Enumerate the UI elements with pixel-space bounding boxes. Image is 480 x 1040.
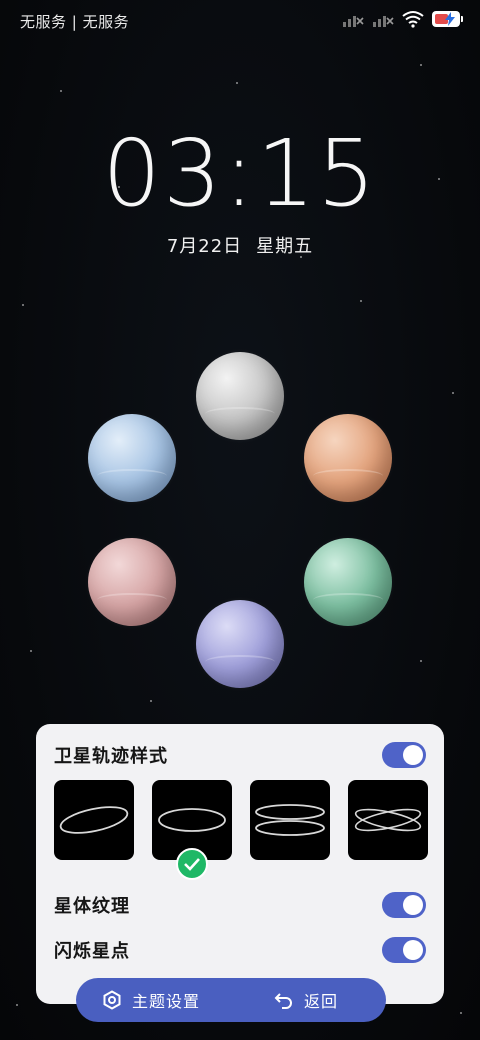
orbit-style-option-double[interactable] xyxy=(250,780,330,860)
battery-charging-icon xyxy=(432,11,463,27)
theme-settings-button[interactable]: 主题设置 xyxy=(102,978,200,1022)
clock-time: 03:15 xyxy=(102,120,378,227)
gray-planet[interactable] xyxy=(196,352,284,440)
date-text: 7月22日 xyxy=(166,236,243,257)
blue-planet[interactable] xyxy=(88,414,176,502)
signal-off-icon xyxy=(373,16,394,27)
star xyxy=(420,64,422,66)
twinkle-toggle[interactable] xyxy=(382,937,426,963)
status-icons xyxy=(342,10,463,28)
orbit-style-option-tilted[interactable] xyxy=(54,780,134,860)
star xyxy=(150,700,152,702)
double-ring-icon xyxy=(255,804,325,836)
back-button[interactable]: 返回 xyxy=(274,978,338,1022)
star xyxy=(30,650,32,652)
toggle-knob xyxy=(403,895,423,915)
date-line: 7月22日 星期五 xyxy=(0,232,480,258)
crossed-rings-icon xyxy=(354,808,422,832)
wifi-icon xyxy=(402,11,424,28)
star xyxy=(16,1004,18,1006)
carrier-text: 无服务 | 无服务 xyxy=(20,13,130,31)
orbit-style-option-crossed[interactable] xyxy=(348,780,428,860)
toggle-knob xyxy=(403,940,423,960)
back-label: 返回 xyxy=(304,992,339,1011)
back-arrow-icon xyxy=(274,993,292,1009)
signal-off-icon xyxy=(343,16,364,27)
twinkle-row: 闪烁星点 xyxy=(54,935,426,965)
orbit-style-options xyxy=(54,780,428,880)
theme-settings-label: 主题设置 xyxy=(132,992,201,1011)
star xyxy=(360,300,362,302)
bottom-action-bar: 主题设置 返回 xyxy=(76,978,386,1022)
charging-bolt-icon xyxy=(445,12,455,26)
star xyxy=(22,304,24,306)
green-planet[interactable] xyxy=(304,538,392,626)
orbit-style-label: 卫星轨迹样式 xyxy=(54,746,168,767)
pink-planet[interactable] xyxy=(88,538,176,626)
star xyxy=(60,90,62,92)
toggle-knob xyxy=(403,745,423,765)
weekday-text: 星期五 xyxy=(256,236,314,257)
twinkle-label: 闪烁星点 xyxy=(54,941,130,962)
texture-toggle[interactable] xyxy=(382,892,426,918)
star xyxy=(460,1012,462,1014)
orange-planet[interactable] xyxy=(304,414,392,502)
texture-label: 星体纹理 xyxy=(54,896,130,917)
orbit-style-toggle[interactable] xyxy=(382,742,426,768)
lockscreen-theme-screen: 无服务 | 无服务 03:15 7月22日 星期五 卫星轨迹样式 星体纹理 闪烁… xyxy=(0,0,480,1040)
tilted-ring-icon xyxy=(59,806,129,834)
selected-check-icon xyxy=(176,848,208,880)
star xyxy=(236,82,238,84)
texture-row: 星体纹理 xyxy=(54,890,426,920)
purple-planet[interactable] xyxy=(196,600,284,688)
orbit-style-row: 卫星轨迹样式 xyxy=(54,740,426,770)
hexagon-settings-icon xyxy=(103,990,121,1010)
star xyxy=(420,660,422,662)
status-bar: 无服务 | 无服务 xyxy=(0,0,480,42)
star xyxy=(452,392,454,394)
theme-settings-panel: 卫星轨迹样式 星体纹理 闪烁星点 xyxy=(36,724,444,1004)
